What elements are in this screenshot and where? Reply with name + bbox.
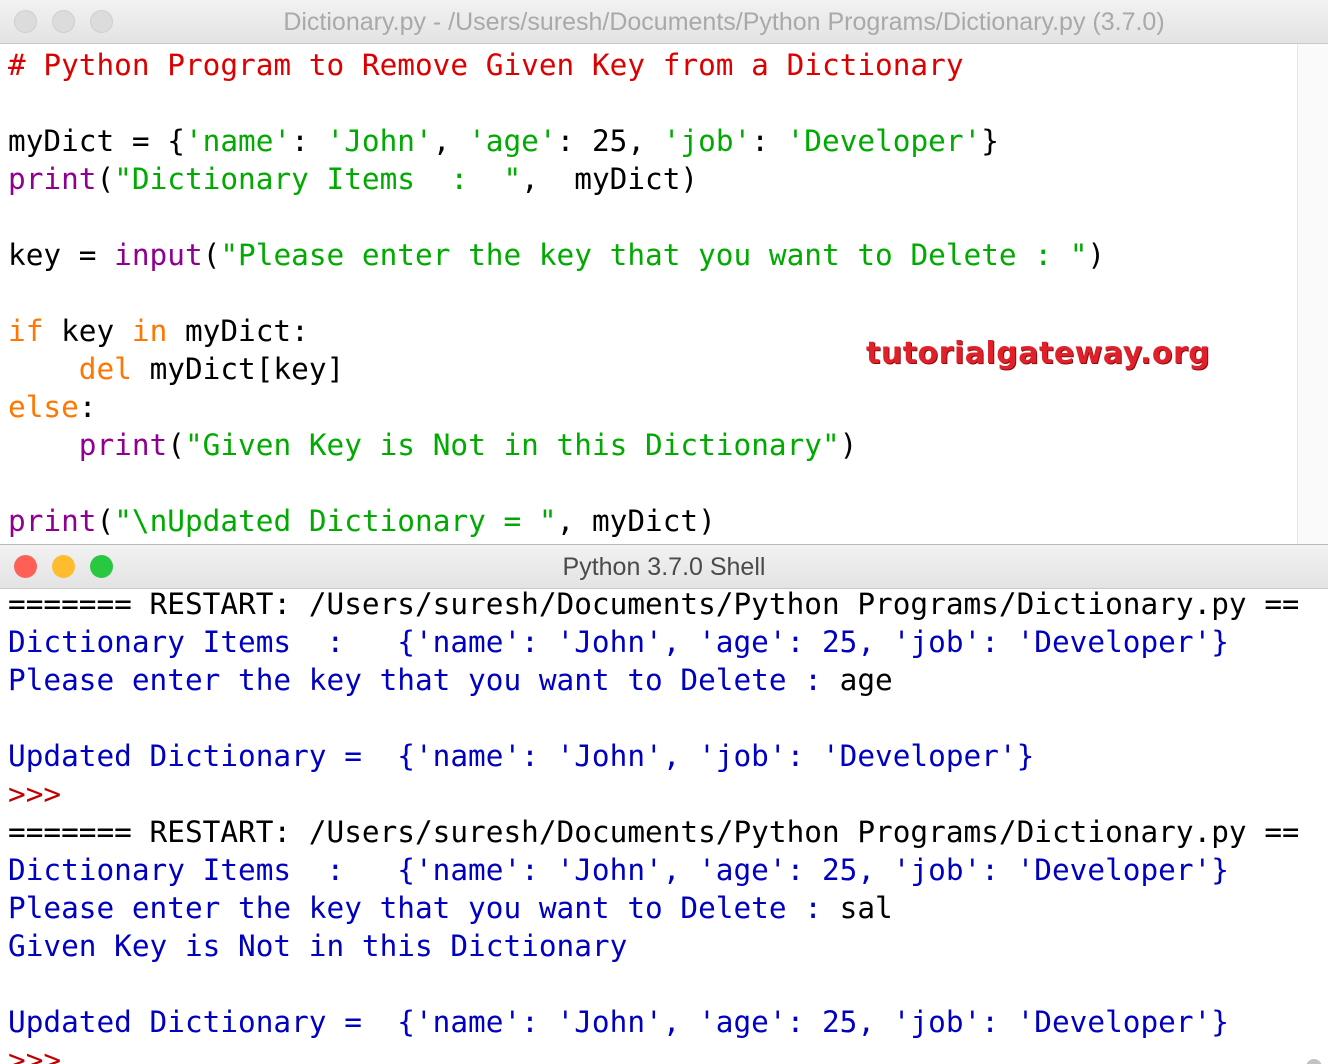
code-token: key = — [8, 238, 115, 272]
code-token: key — [43, 314, 132, 348]
code-token: : 25, — [556, 124, 663, 158]
code-token: 'age' — [468, 124, 557, 158]
code-token: print — [8, 162, 97, 196]
code-token: # Python Program to Remove Given Key fro… — [8, 48, 964, 82]
shell-output[interactable]: ======= RESTART: /Users/suresh/Documents… — [8, 585, 1328, 1064]
editor-title: Dictionary.py - /Users/suresh/Documents/… — [283, 8, 1165, 36]
code-token: in — [131, 314, 168, 348]
code-token: print — [78, 428, 168, 462]
code-token: Given Key is Not in this Dictionary — [8, 929, 628, 963]
editor-line: print("Given Key is Not in this Dictiona… — [8, 426, 1105, 464]
scrollbar-thumb[interactable] — [1306, 1059, 1322, 1064]
shell-scrollbar[interactable] — [1298, 589, 1328, 1064]
code-token: Dictionary Items : {'name': 'John', 'age… — [8, 853, 1229, 887]
shell-window: Python 3.7.0 Shell ======= RESTART: /Use… — [0, 544, 1328, 1064]
shell-title: Python 3.7.0 Shell — [562, 553, 766, 581]
editor-line: print("\nUpdated Dictionary = ", myDict) — [8, 502, 1105, 540]
code-token: input — [114, 238, 203, 272]
code-token: "Given Key is Not in this Dictionary" — [184, 428, 840, 462]
editor-line: print("Dictionary Items : ", myDict) — [8, 160, 1105, 198]
code-token: print — [8, 504, 97, 538]
code-token: "\nUpdated Dictionary = " — [114, 504, 557, 538]
code-token: sal — [839, 891, 893, 925]
shell-line: >>> — [8, 1041, 1328, 1064]
code-token: : — [291, 124, 327, 158]
code-token: age — [839, 663, 893, 697]
code-token: myDict = { — [8, 124, 185, 158]
shell-line: ======= RESTART: /Users/suresh/Documents… — [8, 585, 1328, 623]
shell-line: Updated Dictionary = {'name': 'John', 'a… — [8, 1003, 1328, 1041]
code-token: ( — [167, 428, 185, 462]
code-token: ======= RESTART: /Users/suresh/Documents… — [8, 587, 1328, 621]
editor-line: # Python Program to Remove Given Key fro… — [8, 46, 1105, 84]
shell-line: Please enter the key that you want to De… — [8, 889, 1328, 927]
code-token: : — [751, 124, 787, 158]
code-token: } — [981, 124, 999, 158]
code-token: "Please enter the key that you want to D… — [220, 238, 1088, 272]
shell-line: Please enter the key that you want to De… — [8, 661, 1328, 699]
code-token: Updated Dictionary = {'name': 'John', 'a… — [8, 1005, 1229, 1039]
code-token: ) — [839, 428, 858, 462]
code-token: 'John' — [326, 124, 433, 158]
code-token: Please enter the key that you want to De… — [8, 891, 840, 925]
editor-titlebar[interactable]: Dictionary.py - /Users/suresh/Documents/… — [0, 0, 1328, 44]
code-token: 'job' — [662, 124, 752, 158]
editor-line: myDict = {'name': 'John', 'age': 25, 'jo… — [8, 122, 1105, 160]
editor-line: else: — [8, 388, 1105, 426]
code-token: >>> — [8, 1043, 79, 1064]
shell-line: >>> — [8, 775, 1328, 813]
shell-line: ======= RESTART: /Users/suresh/Documents… — [8, 813, 1328, 851]
code-token: >>> — [8, 777, 79, 811]
code-token: myDict: — [167, 314, 309, 348]
shell-titlebar[interactable]: Python 3.7.0 Shell — [0, 545, 1328, 589]
code-token: ) — [1087, 238, 1106, 272]
code-token: if — [8, 314, 44, 348]
code-token: , myDict) — [521, 162, 699, 196]
code-token: ( — [202, 238, 221, 272]
code-token: , myDict) — [556, 504, 716, 538]
code-token: 'Developer' — [786, 124, 982, 158]
editor-window: Dictionary.py - /Users/suresh/Documents/… — [0, 0, 1328, 544]
code-token: ( — [96, 504, 115, 538]
code-token: "Dictionary Items : " — [114, 162, 522, 196]
shell-line: Dictionary Items : {'name': 'John', 'age… — [8, 851, 1328, 889]
code-token: del — [78, 352, 132, 386]
code-editor[interactable]: # Python Program to Remove Given Key fro… — [8, 46, 1105, 540]
shell-line: Given Key is Not in this Dictionary — [8, 927, 1328, 965]
code-token: Dictionary Items : {'name': 'John', 'age… — [8, 625, 1229, 659]
watermark-logo: tutorialgateway.org — [866, 336, 1211, 371]
code-token: Updated Dictionary = {'name': 'John', 'j… — [8, 739, 1035, 773]
code-token: 'name' — [184, 124, 292, 158]
code-token: Please enter the key that you want to De… — [8, 663, 840, 697]
code-token: : — [78, 390, 97, 424]
code-token: ( — [96, 162, 115, 196]
editor-scrollbar[interactable] — [1297, 44, 1328, 544]
code-token: myDict[key] — [131, 352, 345, 386]
shell-line: Dictionary Items : {'name': 'John', 'age… — [8, 623, 1328, 661]
shell-line: Updated Dictionary = {'name': 'John', 'j… — [8, 737, 1328, 775]
editor-line: key = input("Please enter the key that y… — [8, 236, 1105, 274]
code-token: ======= RESTART: /Users/suresh/Documents… — [8, 815, 1328, 849]
code-token: , — [432, 124, 469, 158]
code-token: else — [8, 390, 79, 424]
